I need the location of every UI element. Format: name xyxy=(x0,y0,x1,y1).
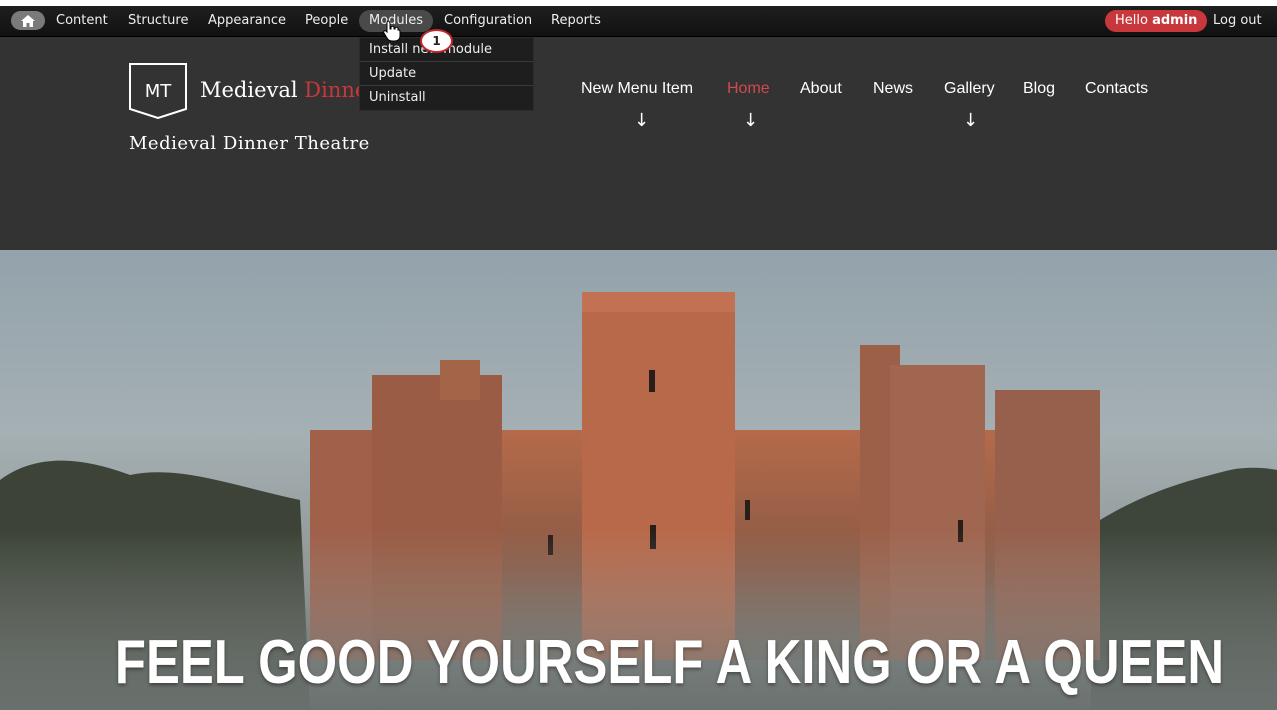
nav-news[interactable]: News xyxy=(873,80,913,98)
nav-new-menu-item[interactable]: New Menu Item xyxy=(581,80,693,98)
nav-home[interactable]: Home xyxy=(727,80,770,98)
hello-username: admin xyxy=(1152,13,1198,28)
site-logo[interactable]: MT xyxy=(129,63,187,120)
submenu-arrow-down-icon[interactable]: ↓ xyxy=(963,110,978,131)
site-slogan: Medieval Dinner Theatre xyxy=(129,133,370,154)
hand-pointer-cursor-icon xyxy=(383,20,401,46)
admin-menu-content[interactable]: Content xyxy=(46,10,118,32)
hello-user-button[interactable]: Hello admin xyxy=(1105,10,1208,32)
hero-title: FEEL GOOD YOURSELF A KING OR A QUEEN xyxy=(114,628,1225,697)
dropdown-uninstall[interactable]: Uninstall xyxy=(360,86,533,110)
hero-banner: FEEL GOOD YOURSELF A KING OR A QUEEN xyxy=(0,250,1277,710)
submenu-arrow-down-icon[interactable]: ↓ xyxy=(634,110,649,131)
admin-menu-structure[interactable]: Structure xyxy=(118,10,198,32)
nav-about[interactable]: About xyxy=(800,80,842,98)
admin-toolbar: Content Structure Appearance People Modu… xyxy=(0,6,1277,37)
admin-menu-appearance[interactable]: Appearance xyxy=(198,10,296,32)
admin-menu-people[interactable]: People xyxy=(295,10,358,32)
dropdown-update[interactable]: Update xyxy=(360,62,533,86)
submenu-arrow-down-icon[interactable]: ↓ xyxy=(743,110,758,131)
home-icon[interactable] xyxy=(11,11,45,30)
admin-menu-configuration[interactable]: Configuration xyxy=(434,10,542,32)
site-header: MT Medieval Dinner Theatre Medieval Dinn… xyxy=(0,37,1277,250)
hello-prefix: Hello xyxy=(1115,13,1148,28)
nav-gallery[interactable]: Gallery xyxy=(944,80,995,98)
admin-menu-reports[interactable]: Reports xyxy=(541,10,611,32)
site-name-white: Medieval xyxy=(200,78,305,102)
nav-blog[interactable]: Blog xyxy=(1023,80,1055,98)
step-number-badge: 1 xyxy=(420,29,453,53)
nav-contacts[interactable]: Contacts xyxy=(1085,80,1148,98)
logo-mark-text: MT xyxy=(145,81,173,102)
logout-link[interactable]: Log out xyxy=(1203,10,1272,32)
